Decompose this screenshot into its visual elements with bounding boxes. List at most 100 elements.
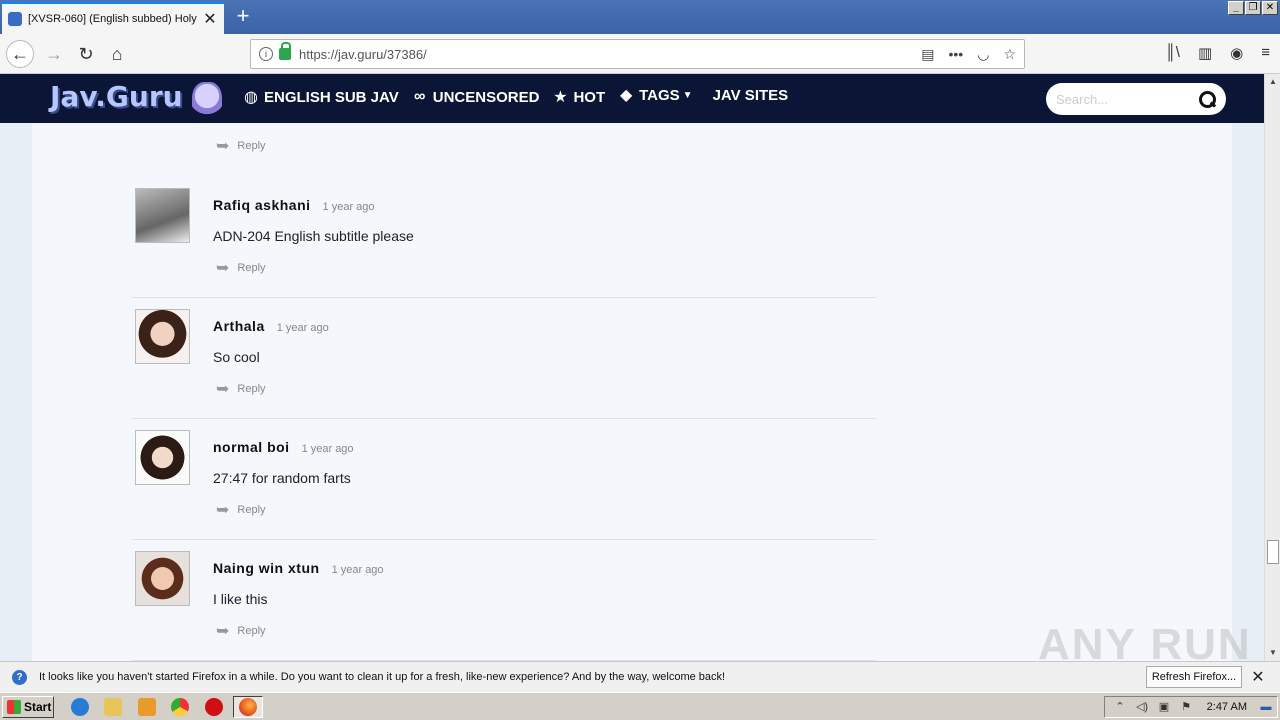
tab-close-icon[interactable]: ✕	[202, 9, 218, 29]
back-button[interactable]: ←	[6, 40, 34, 68]
comment-time: 1 year ago	[322, 201, 375, 213]
avatar	[135, 430, 190, 485]
site-header: Jav.Guru ◍ ENGLISH SUB JAV ∞ UNCENSORED ★ H…	[0, 74, 1264, 123]
menu-tags[interactable]: ◆ TAGS ▼	[617, 84, 693, 106]
reload-button[interactable]: ↻	[72, 40, 100, 68]
page-viewport: ➥ Reply Rafiq askhani 1 year ago ADN-204 …	[0, 74, 1264, 661]
minimize-icon[interactable]: _	[1228, 1, 1244, 15]
start-button[interactable]: Start	[2, 696, 54, 718]
home-button[interactable]: ⌂	[103, 40, 131, 68]
comment-author[interactable]: Arthala 1 year ago	[213, 318, 329, 334]
firefox-notification-bar: ? It looks like you haven't started Fire…	[0, 661, 1280, 692]
anyrun-watermark: ANY RUN	[1038, 620, 1252, 661]
avatar	[135, 188, 190, 243]
firefox-taskbar-button[interactable]	[233, 696, 263, 718]
comment-author[interactable]: normal boi 1 year ago	[213, 439, 354, 455]
reply-arrow-icon: ➥	[216, 138, 230, 155]
flag-icon[interactable]: ⚑	[1179, 700, 1193, 714]
scroll-thumb[interactable]	[1267, 540, 1279, 564]
page-actions-icon[interactable]: •••	[949, 46, 964, 63]
new-tab-button[interactable]: +	[232, 4, 254, 28]
reply-arrow-icon: ➥	[216, 623, 230, 640]
comment-item: Arthala 1 year ago So cool ➥ Reply	[132, 298, 876, 419]
info-icon[interactable]: i	[259, 47, 273, 61]
comment-time: 1 year ago	[276, 322, 329, 334]
taskbar-clock: 2:47 AM	[1206, 701, 1247, 713]
reply-link[interactable]: ➥ Reply	[216, 258, 266, 278]
url-bar[interactable]: i https://jav.guru/37386/ ▤ ••• ◡ ☆	[250, 39, 1025, 69]
restore-icon[interactable]: ❐	[1245, 1, 1261, 15]
bookmark-star-icon[interactable]: ☆	[1003, 46, 1016, 63]
reply-link[interactable]: ➥ Reply	[216, 379, 266, 399]
firefox-icon	[239, 698, 257, 716]
tab-title: [XVSR-060] (English subbed) Holy	[28, 13, 197, 25]
comment-author[interactable]: Rafiq askhani 1 year ago	[213, 197, 375, 213]
windows-taskbar: Start ⌃ ◁) ▣ ⚑ 2:47 AM ▬	[0, 692, 1280, 720]
opera-icon[interactable]	[205, 698, 223, 716]
account-icon[interactable]: ◉	[1230, 44, 1243, 62]
tag-icon: ◆	[619, 87, 633, 104]
comment-item: Rafiq askhani 1 year ago ADN-204 English …	[132, 177, 876, 298]
question-icon: ?	[12, 670, 27, 685]
comment-time: 1 year ago	[301, 443, 354, 455]
notification-text: It looks like you haven't started Firefo…	[39, 671, 726, 683]
site-logo[interactable]: Jav.Guru	[50, 80, 183, 113]
reply-link[interactable]: ➥ Reply	[216, 136, 266, 156]
volume-icon[interactable]: ◁)	[1135, 700, 1149, 714]
menu-english-sub[interactable]: ◍ ENGLISH SUB JAV	[242, 88, 399, 107]
avatar	[135, 309, 190, 364]
globe-icon: ◍	[244, 89, 258, 106]
system-tray: ⌃ ◁) ▣ ⚑ 2:47 AM ▬	[1104, 696, 1278, 718]
chevron-down-icon: ▼	[682, 89, 693, 101]
lock-icon[interactable]	[279, 42, 291, 60]
pocket-icon[interactable]: ◡	[977, 46, 989, 63]
comment-text: 27:47 for random farts	[213, 470, 351, 486]
media-player-icon[interactable]	[138, 698, 156, 716]
site-favicon-icon	[8, 12, 22, 26]
sidebar-icon[interactable]: ▥	[1198, 44, 1212, 62]
comment-text: I like this	[213, 591, 268, 607]
avatar	[135, 551, 190, 606]
glasses-icon: ∞	[414, 88, 426, 105]
scroll-down-icon[interactable]: ▼	[1266, 646, 1280, 660]
comment-item: normal boi 1 year ago 27:47 for random fa…	[132, 419, 876, 540]
comment-author[interactable]: Naing win xtun 1 year ago	[213, 560, 384, 576]
windows-logo-icon	[7, 700, 21, 714]
menu-hot[interactable]: ★ HOT	[551, 88, 605, 107]
forward-button[interactable]: →	[40, 40, 68, 68]
reply-arrow-icon: ➥	[216, 260, 230, 277]
reply-link[interactable]: ➥ Reply	[216, 500, 266, 520]
comment-text: ADN-204 English subtitle please	[213, 228, 414, 244]
chrome-icon[interactable]	[171, 698, 189, 716]
close-window-icon[interactable]: ✕	[1262, 1, 1278, 15]
browser-tab[interactable]: [XVSR-060] (English subbed) Holy ✕	[2, 2, 224, 34]
ie-icon[interactable]	[71, 698, 89, 716]
logo-mascot-icon	[192, 82, 222, 122]
search-icon[interactable]	[1198, 90, 1216, 108]
library-icon[interactable]: ║\	[1165, 44, 1180, 62]
site-search	[1046, 83, 1226, 115]
comment-item: Naing win xtun 1 year ago I like this ➥ Re…	[132, 540, 876, 661]
scroll-up-icon[interactable]: ▲	[1266, 75, 1280, 89]
menu-uncensored[interactable]: ∞ UNCENSORED	[411, 88, 539, 106]
refresh-firefox-button[interactable]: Refresh Firefox...	[1146, 666, 1242, 688]
network-icon[interactable]: ▣	[1157, 700, 1171, 714]
navigation-toolbar: ← → ↻ ⌂ i https://jav.guru/37386/ ▤ ••• …	[0, 34, 1280, 74]
star-icon: ★	[553, 89, 568, 106]
reply-link[interactable]: ➥ Reply	[216, 621, 266, 641]
menu-jav-sites[interactable]: JAV SITES	[713, 84, 789, 106]
url-text[interactable]: https://jav.guru/37386/	[299, 47, 921, 62]
close-icon[interactable]: ✕	[1250, 667, 1266, 687]
tray-expand-icon[interactable]: ⌃	[1113, 700, 1127, 714]
show-desktop-icon[interactable]: ▬	[1259, 700, 1273, 714]
reply-arrow-icon: ➥	[216, 502, 230, 519]
main-menu: ◍ ENGLISH SUB JAV ∞ UNCENSORED ★ HOT ◆ TAGS ▼…	[242, 87, 788, 107]
reader-view-icon[interactable]: ▤	[921, 46, 934, 63]
comment-text: So cool	[213, 349, 260, 365]
folder-icon[interactable]	[104, 698, 122, 716]
page-scrollbar[interactable]: ▲ ▼	[1264, 74, 1280, 661]
menu-hamburger-icon[interactable]: ≡	[1261, 44, 1270, 62]
reply-arrow-icon: ➥	[216, 381, 230, 398]
search-input[interactable]	[1056, 91, 1198, 107]
comment-time: 1 year ago	[331, 564, 384, 576]
